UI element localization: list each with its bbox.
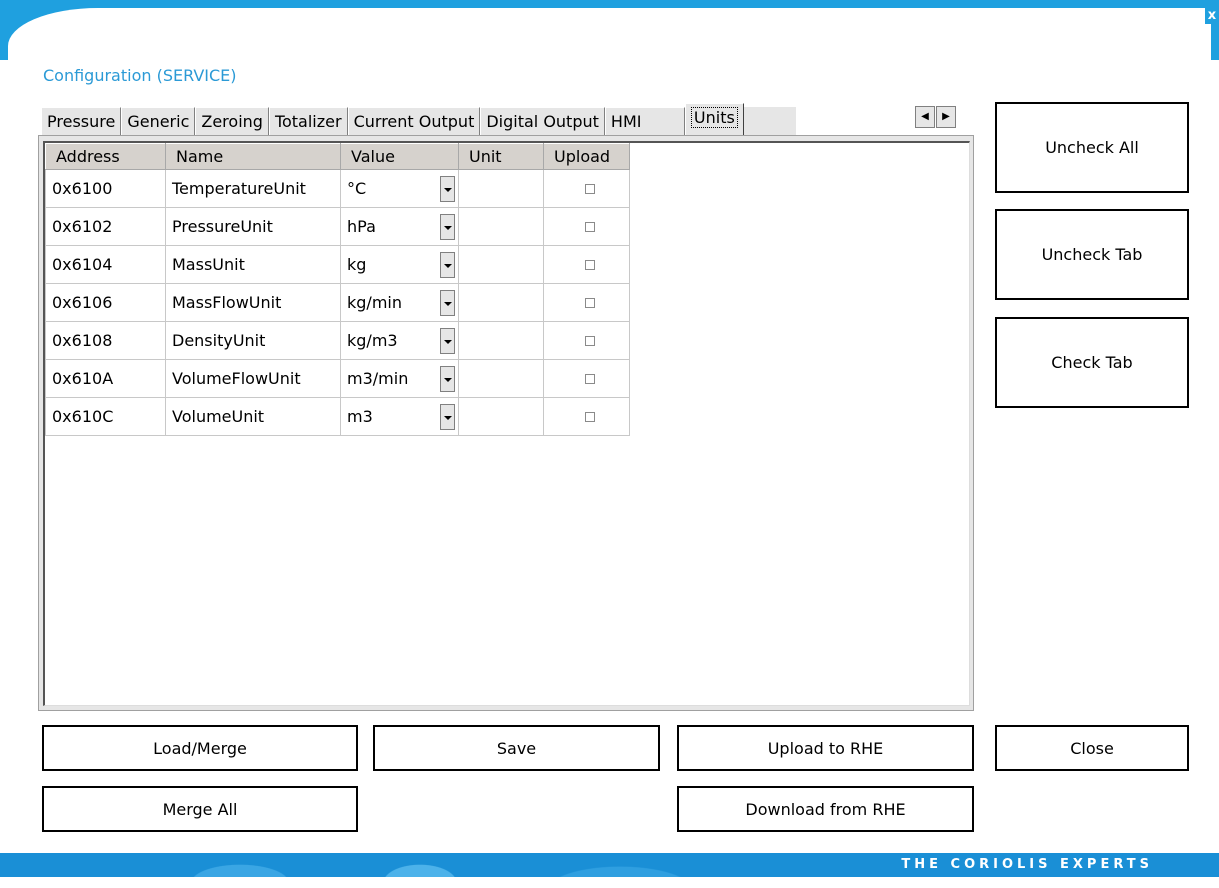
cell-value: kg (347, 255, 367, 274)
dropdown-arrow-icon[interactable] (440, 252, 455, 278)
value-select[interactable]: kg/min (340, 283, 459, 322)
upload-checkbox[interactable] (584, 297, 595, 308)
tab-units[interactable]: Units (684, 103, 744, 135)
cell-value: kg/m3 (347, 331, 398, 350)
cell-address: 0x610A (45, 359, 166, 398)
check-tab-button[interactable]: Check Tab (995, 317, 1189, 408)
download-from-rhe-button[interactable]: Download from RHE (677, 786, 974, 832)
column-header-unit[interactable]: Unit (458, 143, 544, 170)
cell-upload (543, 169, 630, 208)
value-select[interactable]: kg/m3 (340, 321, 459, 360)
table-row: 0x610A VolumeFlowUnit m3/min (45, 359, 630, 398)
table-row: 0x6102 PressureUnit hPa (45, 207, 630, 246)
column-header-name[interactable]: Name (165, 143, 341, 170)
cell-address: 0x610C (45, 397, 166, 436)
upload-checkbox[interactable] (584, 221, 595, 232)
cell-value: m3/min (347, 369, 409, 388)
cell-unit (458, 169, 544, 208)
chevron-right-icon[interactable]: ▶ (936, 106, 956, 128)
tab-totalizer[interactable]: Totalizer (268, 107, 348, 135)
save-button[interactable]: Save (373, 725, 660, 771)
tab-zeroing[interactable]: Zeroing (195, 107, 269, 135)
tab-digital-output[interactable]: Digital Output (480, 107, 605, 135)
cell-value: m3 (347, 407, 373, 426)
cell-unit (458, 397, 544, 436)
footer-tagline: THE CORIOLIS EXPERTS (901, 857, 1153, 872)
upload-checkbox[interactable] (584, 335, 595, 346)
tab-strip: Pressure Generic Zeroing Totalizer Curre… (41, 103, 796, 135)
merge-all-button[interactable]: Merge All (42, 786, 358, 832)
cell-address: 0x6104 (45, 245, 166, 284)
cell-unit (458, 245, 544, 284)
cell-value: kg/min (347, 293, 402, 312)
parameter-grid: Address Name Value Unit Upload 0x6100 Te… (45, 143, 630, 436)
cell-upload (543, 397, 630, 436)
dropdown-arrow-icon[interactable] (440, 366, 455, 392)
chevron-left-icon[interactable]: ◀ (915, 106, 935, 128)
cell-address: 0x6108 (45, 321, 166, 360)
column-header-value[interactable]: Value (340, 143, 459, 170)
dropdown-arrow-icon[interactable] (440, 214, 455, 240)
upload-checkbox[interactable] (584, 373, 595, 384)
tab-strip-filler (743, 107, 796, 135)
cell-name: MassUnit (165, 245, 341, 284)
cell-unit (458, 359, 544, 398)
cell-upload (543, 359, 630, 398)
column-header-address[interactable]: Address (45, 143, 166, 170)
cell-unit (458, 321, 544, 360)
upload-checkbox[interactable] (584, 259, 595, 270)
footer-band: THE CORIOLIS EXPERTS (0, 853, 1219, 877)
cell-name: VolumeUnit (165, 397, 341, 436)
cell-name: TemperatureUnit (165, 169, 341, 208)
cell-upload (543, 207, 630, 246)
upload-to-rhe-button[interactable]: Upload to RHE (677, 725, 974, 771)
value-select[interactable]: kg (340, 245, 459, 284)
tab-current-output[interactable]: Current Output (347, 107, 481, 135)
value-select[interactable]: m3 (340, 397, 459, 436)
cell-name: DensityUnit (165, 321, 341, 360)
cell-upload (543, 283, 630, 322)
dropdown-arrow-icon[interactable] (440, 176, 455, 202)
load-merge-button[interactable]: Load/Merge (42, 725, 358, 771)
value-select[interactable]: °C (340, 169, 459, 208)
value-select[interactable]: m3/min (340, 359, 459, 398)
dropdown-arrow-icon[interactable] (440, 290, 455, 316)
cell-address: 0x6106 (45, 283, 166, 322)
tab-units-label: Units (690, 107, 738, 128)
upload-checkbox[interactable] (584, 411, 595, 422)
column-header-upload[interactable]: Upload (543, 143, 630, 170)
tab-pressure[interactable]: Pressure (41, 107, 122, 135)
cell-address: 0x6100 (45, 169, 166, 208)
table-row: 0x610C VolumeUnit m3 (45, 397, 630, 436)
close-icon[interactable]: x (1205, 8, 1219, 24)
tab-generic[interactable]: Generic (121, 107, 196, 135)
value-select[interactable]: hPa (340, 207, 459, 246)
page-title: Configuration (SERVICE) (43, 66, 237, 85)
dropdown-arrow-icon[interactable] (440, 404, 455, 430)
cell-address: 0x6102 (45, 207, 166, 246)
tab-scroll: ◀ ▶ (915, 106, 973, 128)
uncheck-all-button[interactable]: Uncheck All (995, 102, 1189, 193)
close-button[interactable]: Close (995, 725, 1189, 771)
cell-upload (543, 321, 630, 360)
cell-name: PressureUnit (165, 207, 341, 246)
table-row: 0x6108 DensityUnit kg/m3 (45, 321, 630, 360)
table-row: 0x6106 MassFlowUnit kg/min (45, 283, 630, 322)
table-row: 0x6104 MassUnit kg (45, 245, 630, 284)
upload-checkbox[interactable] (584, 183, 595, 194)
cell-name: VolumeFlowUnit (165, 359, 341, 398)
cell-name: MassFlowUnit (165, 283, 341, 322)
cell-upload (543, 245, 630, 284)
dropdown-arrow-icon[interactable] (440, 328, 455, 354)
cell-value: °C (347, 179, 367, 198)
table-row: 0x6100 TemperatureUnit °C (45, 169, 630, 208)
uncheck-tab-button[interactable]: Uncheck Tab (995, 209, 1189, 300)
cell-unit (458, 207, 544, 246)
cell-value: hPa (347, 217, 376, 236)
cell-unit (458, 283, 544, 322)
tab-hmi[interactable]: HMI (604, 107, 685, 135)
